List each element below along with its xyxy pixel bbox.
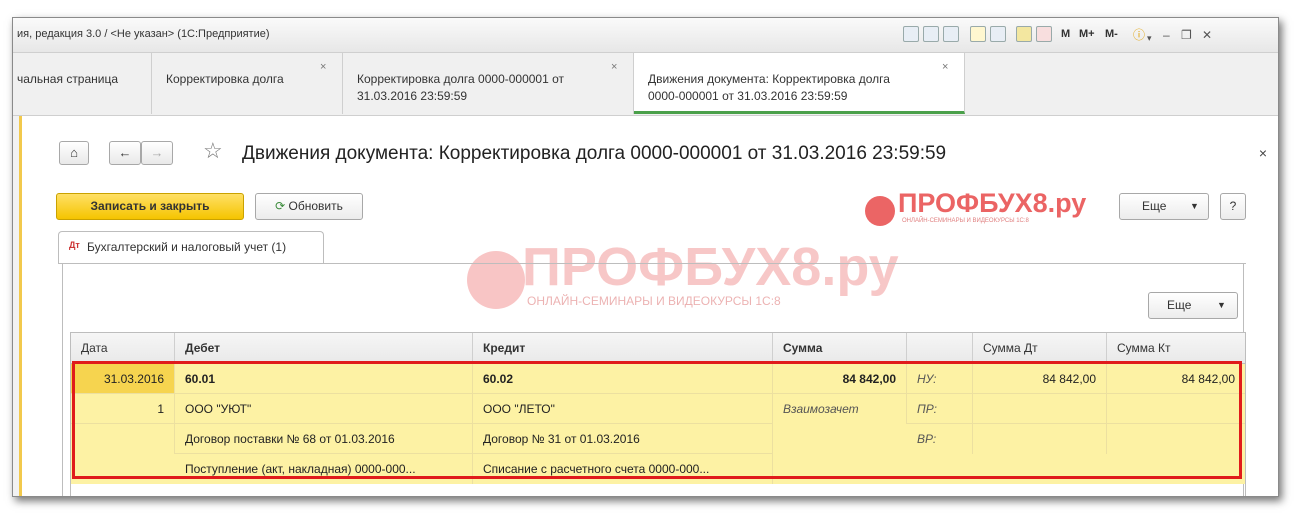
more-label: Еще [1142,199,1167,213]
print-icon[interactable] [923,26,939,42]
tab-close-icon[interactable]: × [320,61,326,73]
debit-subconto-1[interactable]: ООО "УЮТ" [175,394,473,424]
restore-icon[interactable]: ❐ [1181,27,1192,43]
tab-label: Корректировка долга 0000-000001 от 31.03… [357,72,565,103]
column-header-blank [907,333,973,363]
calculator-icon[interactable] [1016,26,1032,42]
memory-button[interactable]: M [1061,28,1070,40]
credit-subconto-3[interactable]: Списание с расчетного счета 0000-000... [473,454,773,484]
refresh-label: Обновить [288,199,343,213]
debit-subconto-2[interactable]: Договор поставки № 68 от 01.03.2016 [175,424,473,454]
application-window: ия, редакция 3.0 / <Не указан> (1С:Предп… [12,17,1279,497]
column-header-sum[interactable]: Сумма [773,333,907,363]
sum-cell[interactable]: 84 842,00 [773,364,907,394]
tab-debt-adjustment-document[interactable]: Корректировка долга 0000-000001 от 31.03… [343,53,634,114]
open-windows-bar: чальная страница Корректировка долга × К… [13,53,1278,116]
memory-plus-button[interactable]: M+ [1079,28,1095,40]
minimize-icon[interactable]: – [1163,27,1170,43]
tab-debt-adjustment[interactable]: Корректировка долга × [152,53,343,114]
link-icon[interactable] [990,26,1006,42]
tab-label: Корректировка долга [166,72,284,86]
chevron-down-icon: ▼ [1217,300,1226,310]
document-form: ⌂ ← → ☆ Движения документа: Корректировк… [19,116,1278,496]
tab-accounting-tax[interactable]: Дт Бухгалтерский и налоговый учет (1) [58,231,324,264]
sum-dt-cell[interactable]: 84 842,00 [973,364,1107,394]
credit-subconto-1[interactable]: ООО "ЛЕТО" [473,394,773,424]
debit-account-cell[interactable]: 60.01 [175,364,473,394]
more-label: Еще [1167,298,1192,312]
forward-button[interactable]: → [141,141,173,165]
pr-label: ПР: [907,394,973,424]
close-window-icon[interactable]: ✕ [1202,27,1212,43]
save-and-close-button[interactable]: Записать и закрыть [56,193,244,220]
tab-close-icon[interactable]: × [942,61,948,73]
line-number-cell[interactable]: 1 [71,394,175,424]
tax-label: НУ: [907,364,973,394]
column-header-credit[interactable]: Кредит [473,333,773,363]
tab-label: Движения документа: Корректировка долга … [648,72,890,103]
more-button[interactable]: Еще ▼ [1119,193,1209,220]
preview-icon[interactable] [943,26,959,42]
tab-label: Бухгалтерский и налоговый учет (1) [87,240,287,254]
memory-minus-button[interactable]: M- [1105,28,1118,40]
home-icon: ⌂ [70,145,78,160]
window-title: ия, редакция 3.0 / <Не указан> (1С:Предп… [17,28,270,40]
save-icon[interactable] [903,26,919,42]
vr-label: ВР: [907,424,973,454]
vr-kt-cell[interactable] [1107,424,1245,454]
pr-kt-cell[interactable] [1107,394,1245,424]
chevron-down-icon: ▼ [1190,201,1199,211]
empty-cell [71,424,175,454]
star-icon[interactable]: ☆ [203,138,223,164]
info-dropdown-icon[interactable]: ▾ [1147,30,1152,46]
title-bar: ия, редакция 3.0 / <Не указан> (1С:Предп… [13,18,1278,53]
watermark-brand-small: ПРОФБУХ8.ру [898,188,1087,218]
home-button[interactable]: ⌂ [59,141,89,165]
tab-home[interactable]: чальная страница [13,53,152,114]
table-header: Дата Дебет Кредит Сумма Сумма Дт Сумма К… [71,333,1245,364]
table-row[interactable]: 31.03.2016 60.01 60.02 84 842,00 НУ: 84 … [71,364,1245,484]
refresh-button[interactable]: ⟳ Обновить [255,193,363,220]
column-header-debit[interactable]: Дебет [175,333,473,363]
vr-dt-cell[interactable] [973,424,1107,454]
tab-label: чальная страница [17,72,119,86]
content-cell[interactable]: Взаимозачет [773,394,907,424]
tab-document-movements[interactable]: Движения документа: Корректировка долга … [634,53,965,114]
help-button[interactable]: ? [1220,193,1246,220]
sum-kt-cell[interactable]: 84 842,00 [1107,364,1245,394]
accounting-register-icon: Дт [69,240,80,250]
page-title: Движения документа: Корректировка долга … [242,143,947,164]
favorites-icon[interactable] [970,26,986,42]
watermark-tagline-small: ОНЛАЙН-СЕМИНАРЫ И ВИДЕОКУРСЫ 1С:8 [902,218,1029,224]
close-form-icon[interactable]: × [1259,145,1267,161]
debit-subconto-3[interactable]: Поступление (акт, накладная) 0000-000... [175,454,473,484]
date-cell[interactable]: 31.03.2016 [71,364,175,394]
table-more-button[interactable]: Еще ▼ [1148,292,1238,319]
info-icon[interactable]: ⓘ [1133,27,1145,43]
refresh-icon: ⟳ [275,199,286,213]
pr-dt-cell[interactable] [973,394,1107,424]
arrow-left-icon: ← [118,145,132,160]
back-button[interactable]: ← [109,141,141,165]
arrow-right-icon: → [150,145,164,160]
credit-account-cell[interactable]: 60.02 [473,364,773,394]
column-header-date[interactable]: Дата [71,333,175,363]
column-header-sum-dt[interactable]: Сумма Дт [973,333,1107,363]
calendar-icon[interactable] [1036,26,1052,42]
watermark-logo [865,196,895,226]
movements-table: Дата Дебет Кредит Сумма Сумма Дт Сумма К… [70,332,1246,496]
credit-subconto-2[interactable]: Договор № 31 от 01.03.2016 [473,424,773,454]
tab-close-icon[interactable]: × [611,61,617,73]
column-header-sum-kt[interactable]: Сумма Кт [1107,333,1245,363]
